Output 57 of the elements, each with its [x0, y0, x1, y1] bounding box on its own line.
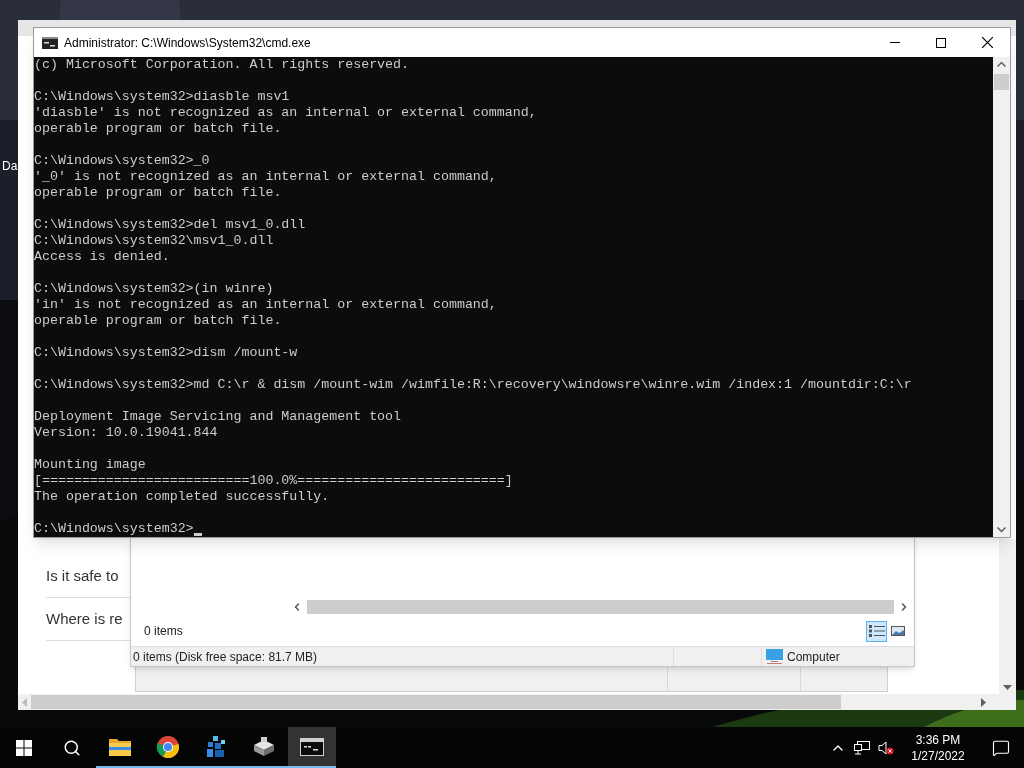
image-icon — [890, 626, 905, 636]
window-title: Administrator: C:\Windows\System32\cmd.exe — [64, 34, 311, 52]
console-icon — [42, 36, 58, 49]
scroll-right-icon[interactable] — [981, 697, 986, 707]
console-line: (c) Microsoft Corporation. All rights reserved. — [34, 57, 411, 73]
scrollbar-thumb[interactable] — [31, 695, 841, 709]
scrollbar-thumb[interactable] — [307, 600, 894, 614]
clock-time: 3:36 PM — [915, 731, 961, 748]
console-line: operable program or batch file. — [34, 121, 283, 137]
console-line: C:\Windows\system32>md C:\r & dism /mount-wim /wimfile:R:\recovery\windowsre\winre.wim /index:1 /mountdir:C:\r — [34, 377, 913, 393]
maximize-icon — [936, 37, 946, 48]
console-line: operable program or batch file. — [34, 313, 283, 329]
console-prompt: C:\Windows\system32> — [34, 521, 194, 537]
console-line: Mounting image — [34, 457, 147, 473]
monitor-icon — [766, 649, 783, 664]
console-line: The operation completed successfully. — [34, 489, 331, 505]
console-line: 'in' is not recognized as an internal or external command, — [34, 297, 498, 313]
round-browser-icon — [156, 734, 180, 759]
close-icon — [981, 37, 993, 48]
blocks-icon — [205, 734, 227, 759]
console-line: C:\Windows\system32>del msv1_0.dll — [34, 217, 307, 233]
console-line: Deployment Image Servicing and Management tool — [34, 409, 403, 425]
windows-logo-icon — [16, 739, 32, 756]
desktop-icon-label: Da — [2, 158, 18, 175]
console-line: operable program or batch file. — [34, 185, 283, 201]
item-count: 0 items — [144, 623, 183, 640]
console-line: Access is denied. — [34, 249, 171, 265]
console-line: C:\Windows\system32\msv1_0.dll — [34, 233, 275, 249]
network-icon — [854, 740, 870, 755]
clock[interactable]: 3:36 PM 1/27/2022 — [898, 731, 978, 764]
muted-speaker-icon — [878, 740, 894, 755]
console-line: '_0' is not recognized as an internal or external command, — [34, 169, 498, 185]
status-text: 0 items (Disk free space: 81.7 MB) — [132, 648, 319, 666]
list-icon — [868, 625, 885, 637]
console-line: C:\Windows\system32>_0 — [34, 153, 211, 169]
text-cursor — [193, 533, 202, 536]
notification-icon — [992, 738, 1010, 757]
console-line: C:\Windows\system32>(in winre) — [34, 281, 275, 297]
console-line: [==========================100.0%==========================] — [34, 473, 514, 489]
scroll-down-icon[interactable] — [997, 527, 1006, 533]
location-label: Computer — [787, 648, 840, 666]
console-icon — [300, 737, 324, 756]
scroll-up-icon[interactable] — [997, 61, 1006, 67]
article-link[interactable]: Is it safe to — [46, 564, 119, 588]
search-icon — [63, 738, 81, 757]
clock-date: 1/27/2022 — [911, 747, 965, 764]
console-line: C:\Windows\system32>dism /mount-w — [34, 345, 299, 361]
console-line: C:\Windows\system32>diasble msv1 — [34, 89, 291, 105]
drive-icon — [252, 736, 276, 757]
minimize-icon — [890, 42, 900, 43]
article-link[interactable]: Where is re — [46, 607, 123, 631]
taskbar-app-button[interactable] — [288, 727, 336, 768]
folder-icon — [108, 736, 132, 757]
console-line: Version: 10.0.19041.844 — [34, 425, 219, 441]
scrollbar-thumb[interactable] — [994, 74, 1009, 90]
console-line: 'diasble' is not recognized as an internal or external command, — [34, 105, 538, 121]
details-view-button[interactable] — [866, 620, 887, 642]
